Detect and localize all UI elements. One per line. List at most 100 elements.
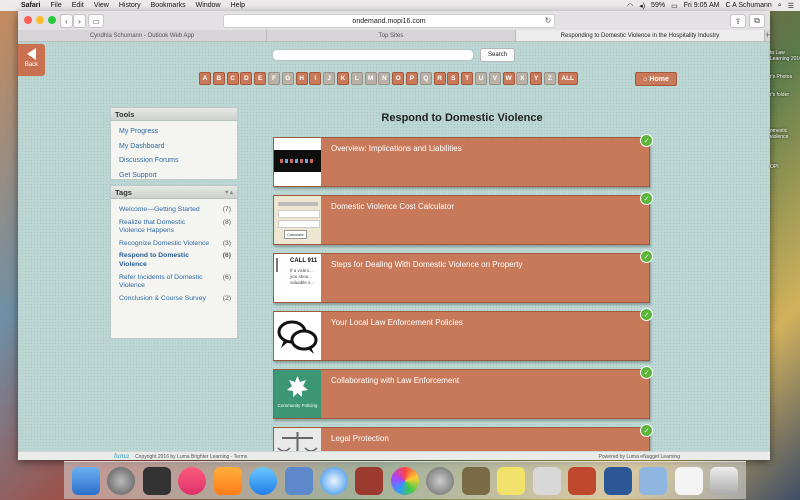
letter-filter-v[interactable]: V: [488, 72, 501, 85]
collapse-icons[interactable]: ▾ ▴: [225, 189, 233, 196]
dictionary-icon[interactable]: [355, 466, 384, 495]
letter-filter-p[interactable]: P: [405, 72, 418, 85]
zoom-button[interactable]: [48, 16, 56, 24]
desktop-icon-label[interactable]: omestic violence: [770, 128, 800, 140]
itunes-icon[interactable]: [178, 466, 207, 495]
letter-filter-t[interactable]: T: [461, 72, 474, 85]
letter-filter-x[interactable]: X: [516, 72, 529, 85]
letter-filter-z[interactable]: Z: [543, 72, 556, 85]
letter-filter-j[interactable]: J: [323, 72, 336, 85]
photos-icon[interactable]: [390, 466, 419, 495]
tools-link-support[interactable]: Get Support: [119, 169, 229, 184]
tag-item[interactable]: Conclusion & Course Survey (2): [119, 295, 231, 304]
clock[interactable]: Fri 9:05 AM: [684, 2, 720, 9]
word-icon[interactable]: [603, 466, 632, 495]
share-icon[interactable]: ⇪: [730, 14, 746, 28]
contacts-icon[interactable]: [532, 466, 561, 495]
photo-booth-icon[interactable]: [142, 466, 171, 495]
menu-file[interactable]: File: [50, 2, 61, 9]
letter-filter-g[interactable]: G: [281, 72, 294, 85]
letter-filter-l[interactable]: L: [350, 72, 363, 85]
desktop-icon-label[interactable]: r's Photos: [770, 74, 800, 80]
desktop-icon-label[interactable]: to Law Learning 2016: [770, 50, 800, 62]
trash-icon[interactable]: [710, 466, 739, 495]
letter-filter-all[interactable]: ALL: [557, 72, 578, 85]
stickies-icon[interactable]: [497, 466, 526, 495]
course-card[interactable]: Your Local Law Enforcement Policies ✓: [273, 308, 653, 361]
course-card[interactable]: Overview: Implications and Liabilities ✓: [273, 134, 653, 187]
back-button[interactable]: Back: [18, 44, 45, 76]
tag-item[interactable]: Welcome—Getting Started (7): [119, 206, 231, 215]
search-button[interactable]: Search: [480, 48, 515, 62]
tag-item[interactable]: Recognize Domestic Violence (3): [119, 240, 231, 249]
course-card[interactable]: Calculate Domestic Violence Cost Calcula…: [273, 192, 653, 245]
course-card[interactable]: Community Policing Collaborating with La…: [273, 366, 653, 419]
address-bar[interactable]: ondemand.mopi16.com: [223, 14, 555, 28]
letter-filter-i[interactable]: I: [309, 72, 322, 85]
letter-filter-c[interactable]: C: [226, 72, 239, 85]
search-icon[interactable]: ⌕: [778, 2, 782, 10]
new-tab-button[interactable]: +: [765, 30, 770, 41]
menu-view[interactable]: View: [94, 2, 109, 9]
minimize-button[interactable]: [36, 16, 44, 24]
letter-filter-b[interactable]: B: [212, 72, 225, 85]
tools-link-forums[interactable]: Discussion Forums: [119, 154, 229, 169]
menu-help[interactable]: Help: [231, 2, 245, 9]
course-card[interactable]: CALL 911 If a victim... you shou... valu…: [273, 250, 653, 303]
notes-icon[interactable]: [461, 466, 490, 495]
user-name[interactable]: C A Schumann: [725, 2, 771, 9]
preview-icon[interactable]: [284, 466, 313, 495]
battery-percent[interactable]: 59%: [651, 2, 665, 9]
home-button[interactable]: ⌂ Home: [635, 72, 677, 86]
menu-edit[interactable]: Edit: [72, 2, 84, 9]
letter-filter-e[interactable]: E: [254, 72, 267, 85]
letter-filter-a[interactable]: A: [199, 72, 211, 85]
letter-filter-m[interactable]: M: [364, 72, 377, 85]
letter-filter-k[interactable]: K: [336, 72, 349, 85]
tools-link-progress[interactable]: My Progress: [119, 125, 229, 140]
letter-filter-h[interactable]: H: [295, 72, 308, 85]
desktop-icon-label[interactable]: r's folder: [770, 92, 800, 98]
tag-item[interactable]: Refer Incidents of Domestic Violence (6): [119, 274, 231, 291]
safari-icon[interactable]: [320, 466, 349, 495]
tabs-overview-icon[interactable]: ⧉: [749, 14, 765, 28]
tab-top-sites[interactable]: Top Sites: [267, 30, 516, 41]
tab-outlook[interactable]: Cyndhia Schumann - Outlook Web App: [18, 30, 267, 41]
letter-filter-u[interactable]: U: [474, 72, 487, 85]
letter-filter-f[interactable]: F: [267, 72, 280, 85]
tag-item[interactable]: Realize that Domestic Violence Happens (8…: [119, 219, 231, 236]
close-button[interactable]: [24, 16, 32, 24]
launchpad-icon[interactable]: [107, 466, 136, 495]
letter-filter-q[interactable]: Q: [419, 72, 432, 85]
back-nav-button[interactable]: ‹: [60, 14, 73, 28]
forward-nav-button[interactable]: ›: [73, 14, 86, 28]
letter-filter-r[interactable]: R: [433, 72, 446, 85]
volume-icon[interactable]: ◂): [639, 2, 645, 10]
letter-filter-w[interactable]: W: [502, 72, 515, 85]
downloads-stack-icon[interactable]: [674, 466, 703, 495]
system-preferences-icon[interactable]: [426, 466, 455, 495]
letter-filter-o[interactable]: O: [392, 72, 405, 85]
menu-app[interactable]: Safari: [21, 2, 40, 9]
sidebar-icon[interactable]: ▭: [88, 14, 104, 28]
letter-filter-n[interactable]: N: [378, 72, 391, 85]
menu-history[interactable]: History: [119, 2, 141, 9]
letter-filter-d[interactable]: D: [240, 72, 253, 85]
copyright-text[interactable]: Copyright 2016 by Luma Brighter Learning…: [135, 454, 247, 460]
search-input[interactable]: [272, 49, 474, 61]
wifi-icon[interactable]: ◠: [627, 2, 633, 10]
tag-item-active[interactable]: Respond to Domestic Violence (6): [119, 252, 231, 269]
menu-bookmarks[interactable]: Bookmarks: [151, 2, 186, 9]
desktop-icon-label[interactable]: OPI: [770, 164, 800, 170]
ibooks-icon[interactable]: [213, 466, 242, 495]
tab-course[interactable]: Responding to Domestic Violence in the H…: [516, 30, 765, 41]
documents-folder-icon[interactable]: [639, 466, 668, 495]
tools-link-dashboard[interactable]: My Dashboard: [119, 140, 229, 155]
letter-filter-s[interactable]: S: [447, 72, 460, 85]
app-store-icon[interactable]: [249, 466, 278, 495]
list-icon[interactable]: ☰: [788, 2, 794, 10]
letter-filter-y[interactable]: Y: [530, 72, 543, 85]
powerpoint-icon[interactable]: [568, 466, 597, 495]
reload-icon[interactable]: ↻: [543, 14, 553, 26]
battery-icon[interactable]: ▭: [671, 2, 678, 10]
